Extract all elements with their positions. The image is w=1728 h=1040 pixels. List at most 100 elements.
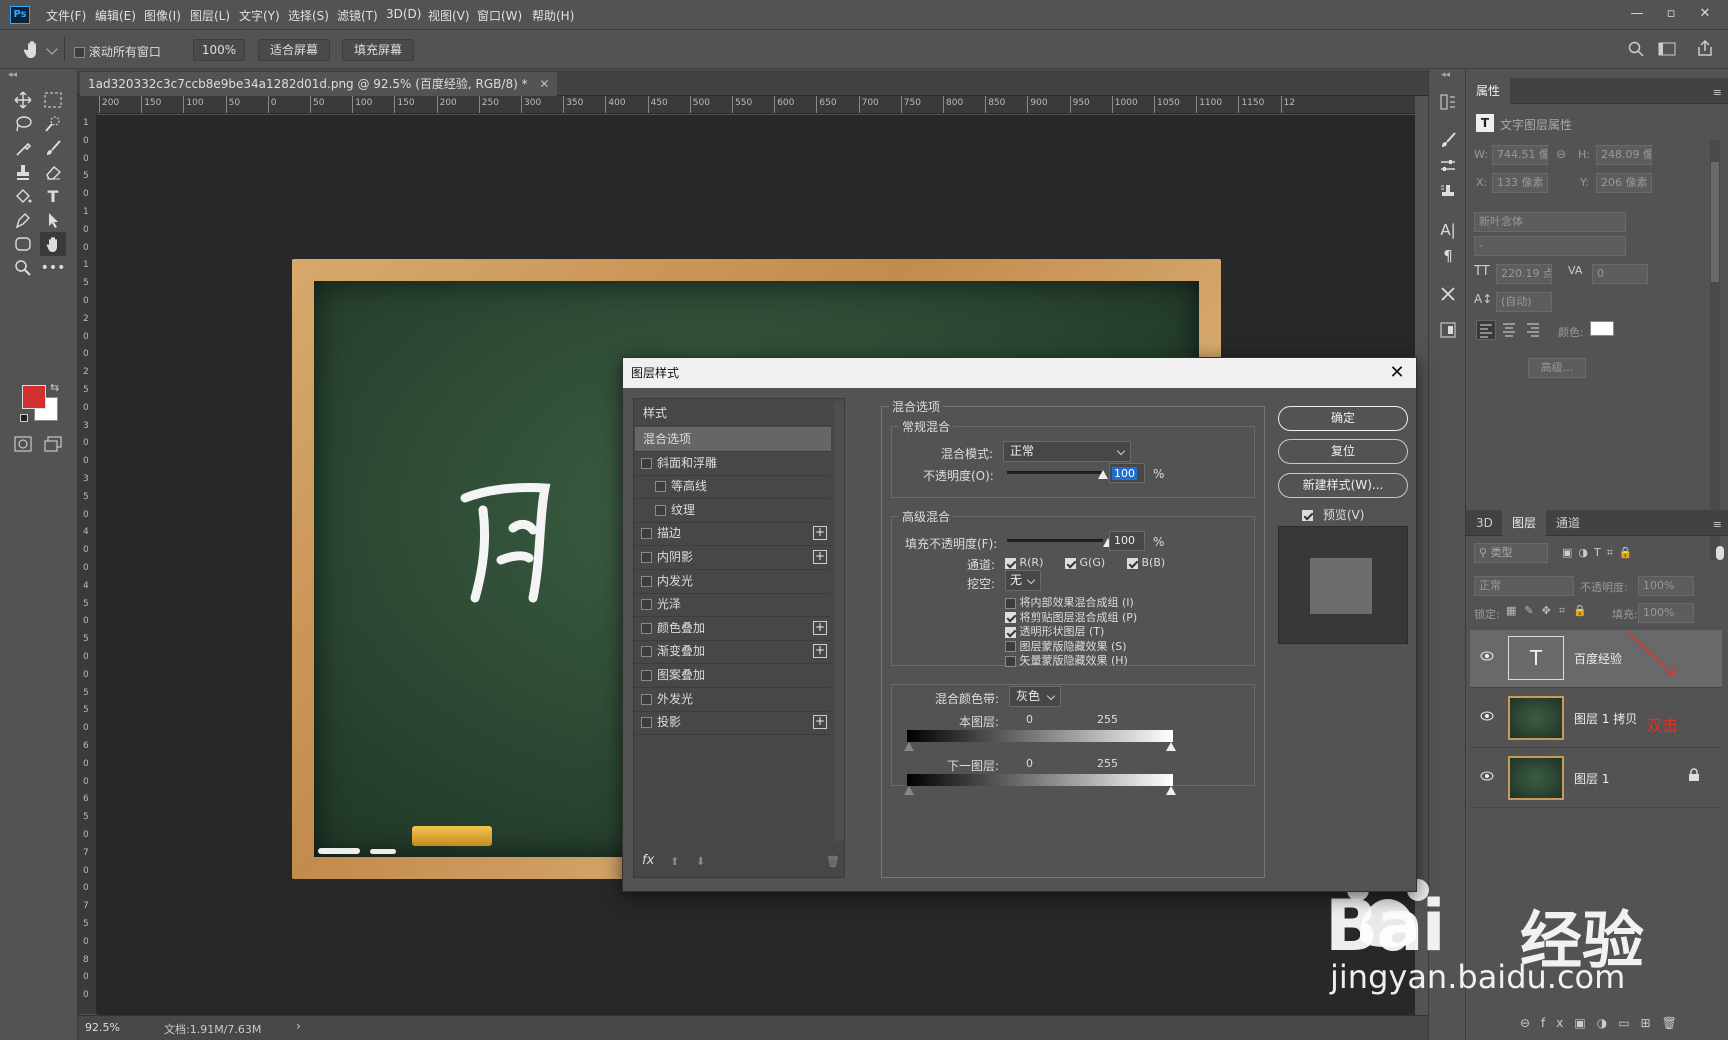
blend-mode-select[interactable]: 正常	[1003, 441, 1131, 462]
menu-file[interactable]: 文件(F)	[46, 7, 86, 24]
style-checkbox[interactable]	[641, 575, 652, 587]
font-size-field[interactable]: 220.19 点	[1496, 264, 1552, 284]
screen-mode-icon[interactable]	[40, 432, 66, 456]
preview-toggle[interactable]: 预览(V)	[1302, 506, 1364, 523]
quick-mask-icon[interactable]	[10, 432, 36, 456]
style-checkbox[interactable]	[655, 504, 666, 516]
font-family-select[interactable]: 新叶念体	[1474, 212, 1626, 232]
layer-blend-mode-select[interactable]: 正常	[1474, 576, 1574, 596]
align-center-icon[interactable]	[1500, 320, 1520, 340]
workspace-icon[interactable]	[1658, 41, 1676, 57]
close-icon[interactable]: ✕	[1386, 362, 1408, 384]
preview-checkbox[interactable]	[1302, 510, 1313, 521]
style-row-6[interactable]: 内发光	[635, 569, 831, 594]
menu-type[interactable]: 文字(Y)	[239, 7, 280, 24]
pen-tool-icon[interactable]	[10, 208, 36, 232]
option-blend-interior[interactable]: 将内部效果混合成组 (I)	[1005, 596, 1137, 611]
add-style-icon[interactable]: +	[813, 644, 827, 659]
option-blend-clipped[interactable]: 将剪贴图层混合成组 (P)	[1005, 611, 1137, 626]
option-layer-mask-hides[interactable]: 图层蒙版隐藏效果 (S)	[1005, 640, 1137, 655]
zoom-tool-icon[interactable]	[10, 256, 36, 280]
panel-menu-icon[interactable]: ≡	[1713, 86, 1722, 99]
scroll-all-checkbox[interactable]	[74, 47, 85, 58]
style-checkbox[interactable]	[641, 457, 652, 469]
paint-bucket-tool-icon[interactable]	[10, 184, 36, 208]
style-row-11[interactable]: 外发光	[635, 687, 831, 712]
add-style-icon[interactable]: +	[813, 715, 827, 730]
style-checkbox[interactable]	[655, 481, 666, 493]
channel-r-checkbox[interactable]	[1005, 557, 1016, 569]
this-layer-low-thumb[interactable]	[904, 742, 914, 751]
add-style-icon[interactable]: +	[813, 620, 827, 635]
document-tab[interactable]: 1ad320332c3c7ccb8e9be34a1282d01d.png @ 9…	[80, 72, 558, 96]
font-style-select[interactable]: -	[1474, 236, 1626, 256]
styles-header[interactable]: 样式	[635, 401, 831, 426]
style-row-4[interactable]: 描边 +	[635, 521, 831, 547]
menu-view[interactable]: 视图(V)	[428, 7, 470, 24]
fill-opacity-slider[interactable]	[1007, 539, 1103, 542]
menu-image[interactable]: 图像(I)	[144, 7, 181, 24]
option-vector-mask-hides[interactable]: 矢量蒙版隐藏效果 (H)	[1005, 654, 1137, 669]
minimize-icon[interactable]: —	[1622, 3, 1652, 25]
menu-select[interactable]: 选择(S)	[288, 7, 329, 24]
style-row-8[interactable]: 颜色叠加 +	[635, 616, 831, 641]
foreground-color-swatch[interactable]	[22, 385, 46, 409]
style-row-10[interactable]: 图案叠加	[635, 663, 831, 688]
menu-help[interactable]: 帮助(H)	[532, 7, 574, 24]
this-layer-high-thumb[interactable]	[1166, 742, 1176, 751]
history-panel-icon[interactable]	[1435, 90, 1461, 114]
path-select-tool-icon[interactable]	[40, 208, 66, 232]
paragraph-panel-icon[interactable]: ¶	[1435, 244, 1461, 268]
add-style-icon[interactable]: +	[813, 526, 827, 541]
layer-name[interactable]: 图层 1 拷贝	[1574, 710, 1637, 727]
style-row-5[interactable]: 内阴影 +	[635, 545, 831, 570]
zoom-100-button[interactable]: 100%	[193, 39, 245, 61]
move-up-icon[interactable]: ⬆	[670, 855, 679, 868]
lock-icons[interactable]: ▦✎✥⌗🔒	[1506, 604, 1595, 618]
eye-icon[interactable]	[1480, 711, 1494, 721]
style-row-0[interactable]: 混合选项	[635, 427, 831, 452]
style-row-3[interactable]: 纹理	[635, 498, 831, 523]
layer-name[interactable]: 图层 1	[1574, 770, 1609, 787]
style-checkbox[interactable]	[641, 599, 652, 611]
close-icon[interactable]: ✕	[1690, 3, 1720, 25]
style-checkbox[interactable]	[641, 622, 652, 634]
stamp-tool-icon[interactable]	[10, 160, 36, 184]
menu-3d[interactable]: 3D(D)	[386, 7, 421, 21]
menu-layer[interactable]: 图层(L)	[190, 7, 230, 24]
tab-properties[interactable]: 属性	[1466, 78, 1511, 104]
brush-tool-icon[interactable]	[40, 136, 66, 160]
marquee-tool-icon[interactable]	[40, 88, 66, 112]
quick-select-tool-icon[interactable]	[40, 112, 66, 136]
filter-toggle-icon[interactable]	[1716, 546, 1724, 560]
link-icon[interactable]: ⊖	[1556, 147, 1566, 161]
style-checkbox[interactable]	[641, 693, 652, 705]
layer-filter-icons[interactable]: ▣◑T⌗🔒	[1562, 546, 1639, 560]
channel-g-checkbox[interactable]	[1065, 557, 1076, 569]
panel-menu-icon[interactable]: ≡	[1713, 518, 1722, 531]
move-tool-icon[interactable]	[10, 88, 36, 112]
swap-colors-icon[interactable]: ⇆	[50, 381, 59, 394]
trash-icon[interactable]: 🗑	[826, 855, 840, 868]
menu-filter[interactable]: 滤镜(T)	[337, 7, 378, 24]
channel-b-checkbox[interactable]	[1127, 557, 1138, 569]
under-layer-high-thumb[interactable]	[1166, 786, 1176, 795]
brush-settings-icon[interactable]	[1435, 128, 1461, 152]
opacity-input[interactable]: 100	[1109, 463, 1145, 483]
eye-icon[interactable]	[1480, 771, 1494, 781]
opacity-slider[interactable]	[1007, 471, 1103, 474]
eyedropper-tool-icon[interactable]	[10, 136, 36, 160]
channel-g[interactable]: G(G)	[1065, 556, 1105, 569]
reset-button[interactable]: 复位	[1278, 439, 1408, 464]
tools-panel-icon[interactable]	[1435, 282, 1461, 306]
adjustments-icon[interactable]	[1435, 154, 1461, 178]
new-style-button[interactable]: 新建样式(W)...	[1278, 473, 1408, 498]
share-icon[interactable]	[1696, 39, 1714, 57]
align-left-icon[interactable]	[1476, 320, 1496, 340]
advanced-button[interactable]: 高级...	[1528, 358, 1586, 378]
style-checkbox[interactable]	[641, 717, 652, 729]
style-checkbox[interactable]	[641, 552, 652, 563]
zoom-readout[interactable]: 92.5%	[85, 1021, 120, 1034]
layer-row[interactable]: 图层 1	[1470, 750, 1722, 808]
layer-opacity-field[interactable]: 100%	[1638, 576, 1694, 596]
